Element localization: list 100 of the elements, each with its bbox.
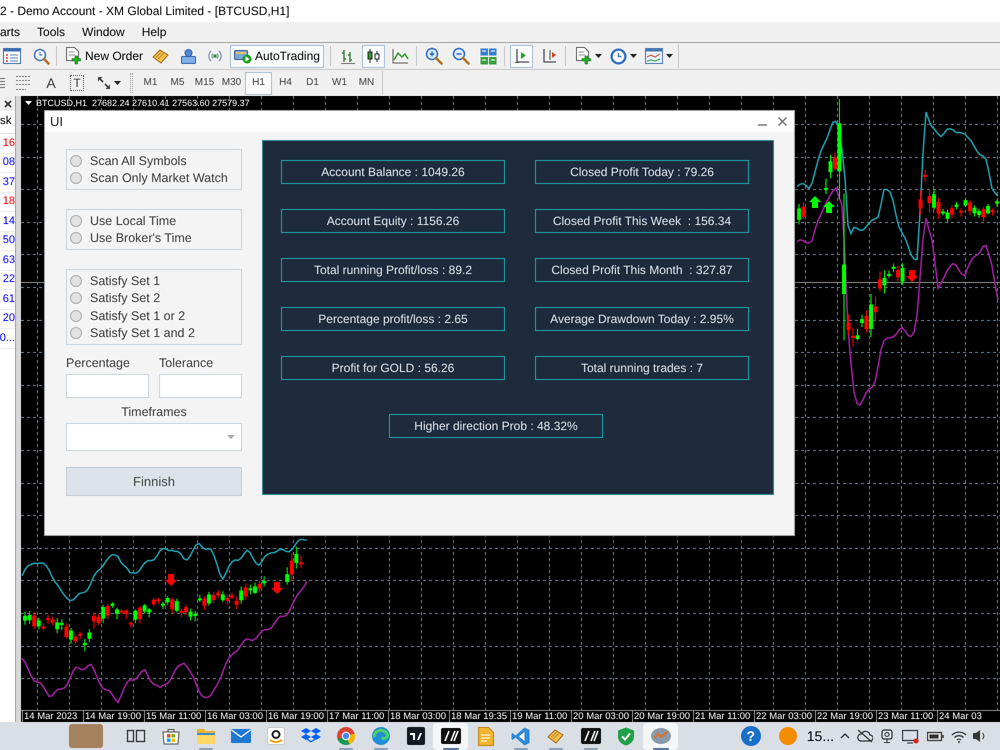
clock-search-icon[interactable] (33, 48, 50, 64)
timeframe-button[interactable]: W1 (326, 72, 353, 94)
timeframe-button[interactable]: D1 (299, 72, 326, 94)
line-chart-icon (392, 48, 409, 64)
axis-label: 21 Mar 11:00 (695, 711, 750, 722)
radio-icon[interactable] (70, 232, 82, 244)
text-tool-button[interactable]: A (43, 74, 59, 92)
chevron-up-icon[interactable] (840, 733, 850, 739)
chart-window-icon[interactable] (645, 48, 663, 64)
bearish-candle (802, 202, 806, 220)
up-arrow-icon (809, 196, 821, 208)
weather-button[interactable]: 15... (778, 727, 834, 745)
radio-icon[interactable] (70, 172, 82, 184)
axis-label: 18 Mar 19:35 (451, 711, 507, 722)
dashed-lines-icon[interactable] (15, 75, 32, 91)
swirl-logo-icon (372, 727, 390, 745)
zoom-in-icon[interactable] (425, 47, 443, 65)
radio-option[interactable]: Scan All Symbols (67, 152, 189, 170)
menu-item[interactable]: Window (82, 25, 125, 39)
timeframe-button[interactable]: M5 (164, 72, 191, 94)
user-icon[interactable] (180, 48, 197, 64)
radio-icon[interactable] (70, 214, 82, 227)
stat-readout: Higher direction Prob : 48.32% (389, 414, 603, 438)
input-field[interactable] (159, 374, 242, 398)
timeframe-button[interactable]: M1 (137, 72, 164, 94)
ask-price: 63 (2, 254, 15, 266)
minimize-icon[interactable] (758, 124, 767, 126)
chart-tile-icon (406, 727, 424, 745)
bullish-candle (995, 199, 999, 207)
stat-readout: Closed Profit This Month : 327.87 (535, 258, 749, 282)
bearish-candle (878, 271, 882, 292)
radio-option[interactable]: Satisfy Set 1 (67, 272, 162, 290)
timeframe-button[interactable]: M30 (218, 72, 245, 94)
autotrading-button[interactable]: AutoTrading (230, 44, 324, 68)
chart-shift-button[interactable] (510, 44, 533, 68)
ask-price: 16 (2, 138, 15, 149)
timeframe-button[interactable]: H1 (245, 72, 272, 94)
caret-icon[interactable] (114, 81, 121, 85)
help-button[interactable]: ? (740, 726, 761, 746)
lines-icon[interactable] (0, 76, 5, 90)
tile-windows-icon[interactable] (480, 48, 497, 64)
timeframe-button[interactable]: MN (353, 72, 380, 94)
wifi-icon[interactable] (951, 729, 967, 743)
signal-icon[interactable] (207, 48, 223, 64)
column-header[interactable]: sk (0, 116, 12, 128)
timeframe-button[interactable]: H4 (272, 72, 299, 94)
bullish-candle (262, 576, 266, 587)
bearish-candle (202, 595, 206, 610)
caret-icon (227, 435, 235, 439)
triangle-down-icon[interactable] (25, 101, 32, 105)
taskbar-button[interactable] (433, 722, 468, 750)
camera-icon[interactable] (880, 729, 894, 743)
cloud-off-icon[interactable] (857, 729, 873, 743)
speaker-icon[interactable] (973, 728, 986, 744)
tile-logo-icon (440, 728, 460, 744)
ask-price: 20 (2, 313, 15, 324)
radio-option[interactable]: Satisfy Set 1 and 2 (67, 324, 197, 342)
radio-icon[interactable] (70, 327, 82, 340)
radio-option[interactable]: Satisfy Set 2 (67, 290, 162, 307)
zoom-out-icon[interactable] (452, 47, 470, 65)
menu-item[interactable]: Tools (37, 25, 66, 39)
finish-button[interactable]: Finnish (66, 467, 242, 496)
menu-item[interactable]: Help (142, 25, 166, 39)
down-arrow-icon (906, 270, 918, 282)
radio-icon[interactable] (70, 292, 82, 304)
radio-option[interactable]: Use Local Time (67, 212, 178, 230)
input-field[interactable] (66, 374, 149, 398)
bearish-candle (864, 310, 868, 333)
candlestick-button[interactable] (362, 44, 385, 68)
label-tool-button[interactable]: T (70, 75, 84, 91)
window-list-icon[interactable] (3, 48, 21, 64)
menu-item[interactable]: arts (0, 25, 20, 39)
timeframe-button[interactable]: M15 (191, 72, 218, 94)
battery-icon[interactable] (927, 730, 944, 742)
caret-icon[interactable] (630, 54, 637, 58)
document-plus-icon[interactable] (575, 47, 592, 65)
radio-option[interactable]: Satisfy Set 1 or 2 (67, 307, 188, 324)
bearish-candle (258, 580, 262, 593)
document-icon (478, 726, 494, 746)
arrows-icon[interactable] (97, 76, 111, 90)
bullish-candle (207, 591, 211, 606)
radio-icon[interactable] (70, 310, 82, 322)
radio-option[interactable]: Use Broker's Time (67, 230, 194, 247)
radio-icon[interactable] (70, 154, 82, 167)
store-bag-icon (160, 726, 180, 746)
down-arrow-icon (271, 582, 283, 594)
bullish-candle (932, 189, 936, 210)
bullish-candle (36, 617, 41, 630)
bearish-candle (990, 208, 994, 216)
book-icon[interactable] (152, 48, 169, 64)
radio-option[interactable]: Scan Only Market Watch (67, 170, 230, 187)
monitor-icon[interactable] (902, 728, 919, 744)
caret-icon[interactable] (666, 54, 673, 58)
new-order-button[interactable]: New Order (63, 45, 145, 67)
bearish-candle (299, 555, 303, 568)
radio-icon[interactable] (70, 274, 82, 287)
clock-icon[interactable] (610, 48, 627, 64)
close-icon[interactable] (4, 100, 12, 108)
axis-label: 23 Mar 11:00 (878, 711, 934, 722)
caret-icon[interactable] (595, 54, 602, 58)
